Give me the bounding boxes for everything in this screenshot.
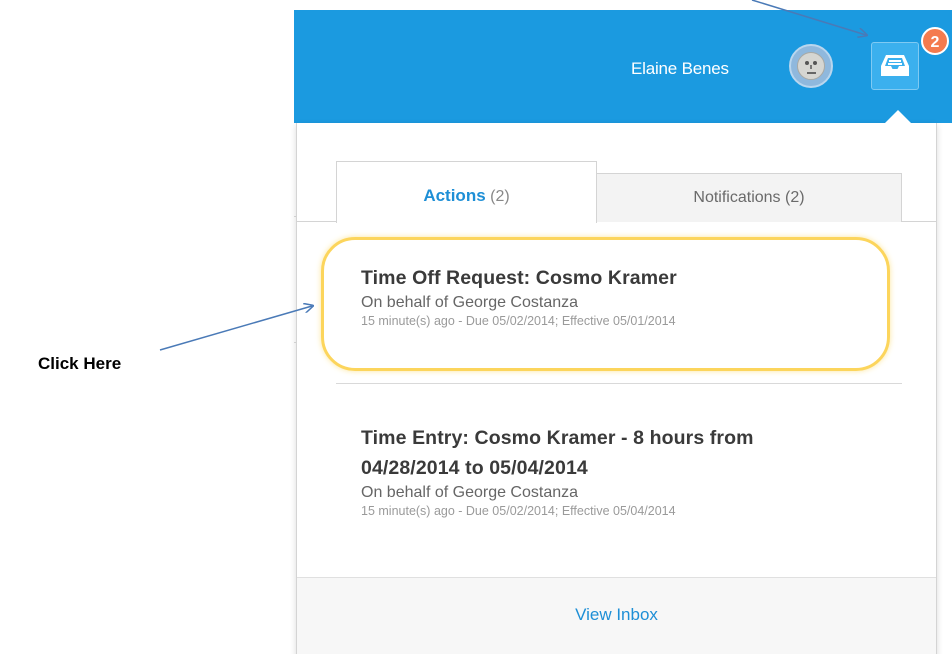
annotation-arrow-to-item [159, 306, 312, 351]
screenshot-canvas: Elaine Benes 2 Notifications (2) Actions… [0, 0, 952, 654]
annotation-arrows [159, 0, 952, 351]
annotation-arrow-to-inbox [751, 0, 866, 35]
